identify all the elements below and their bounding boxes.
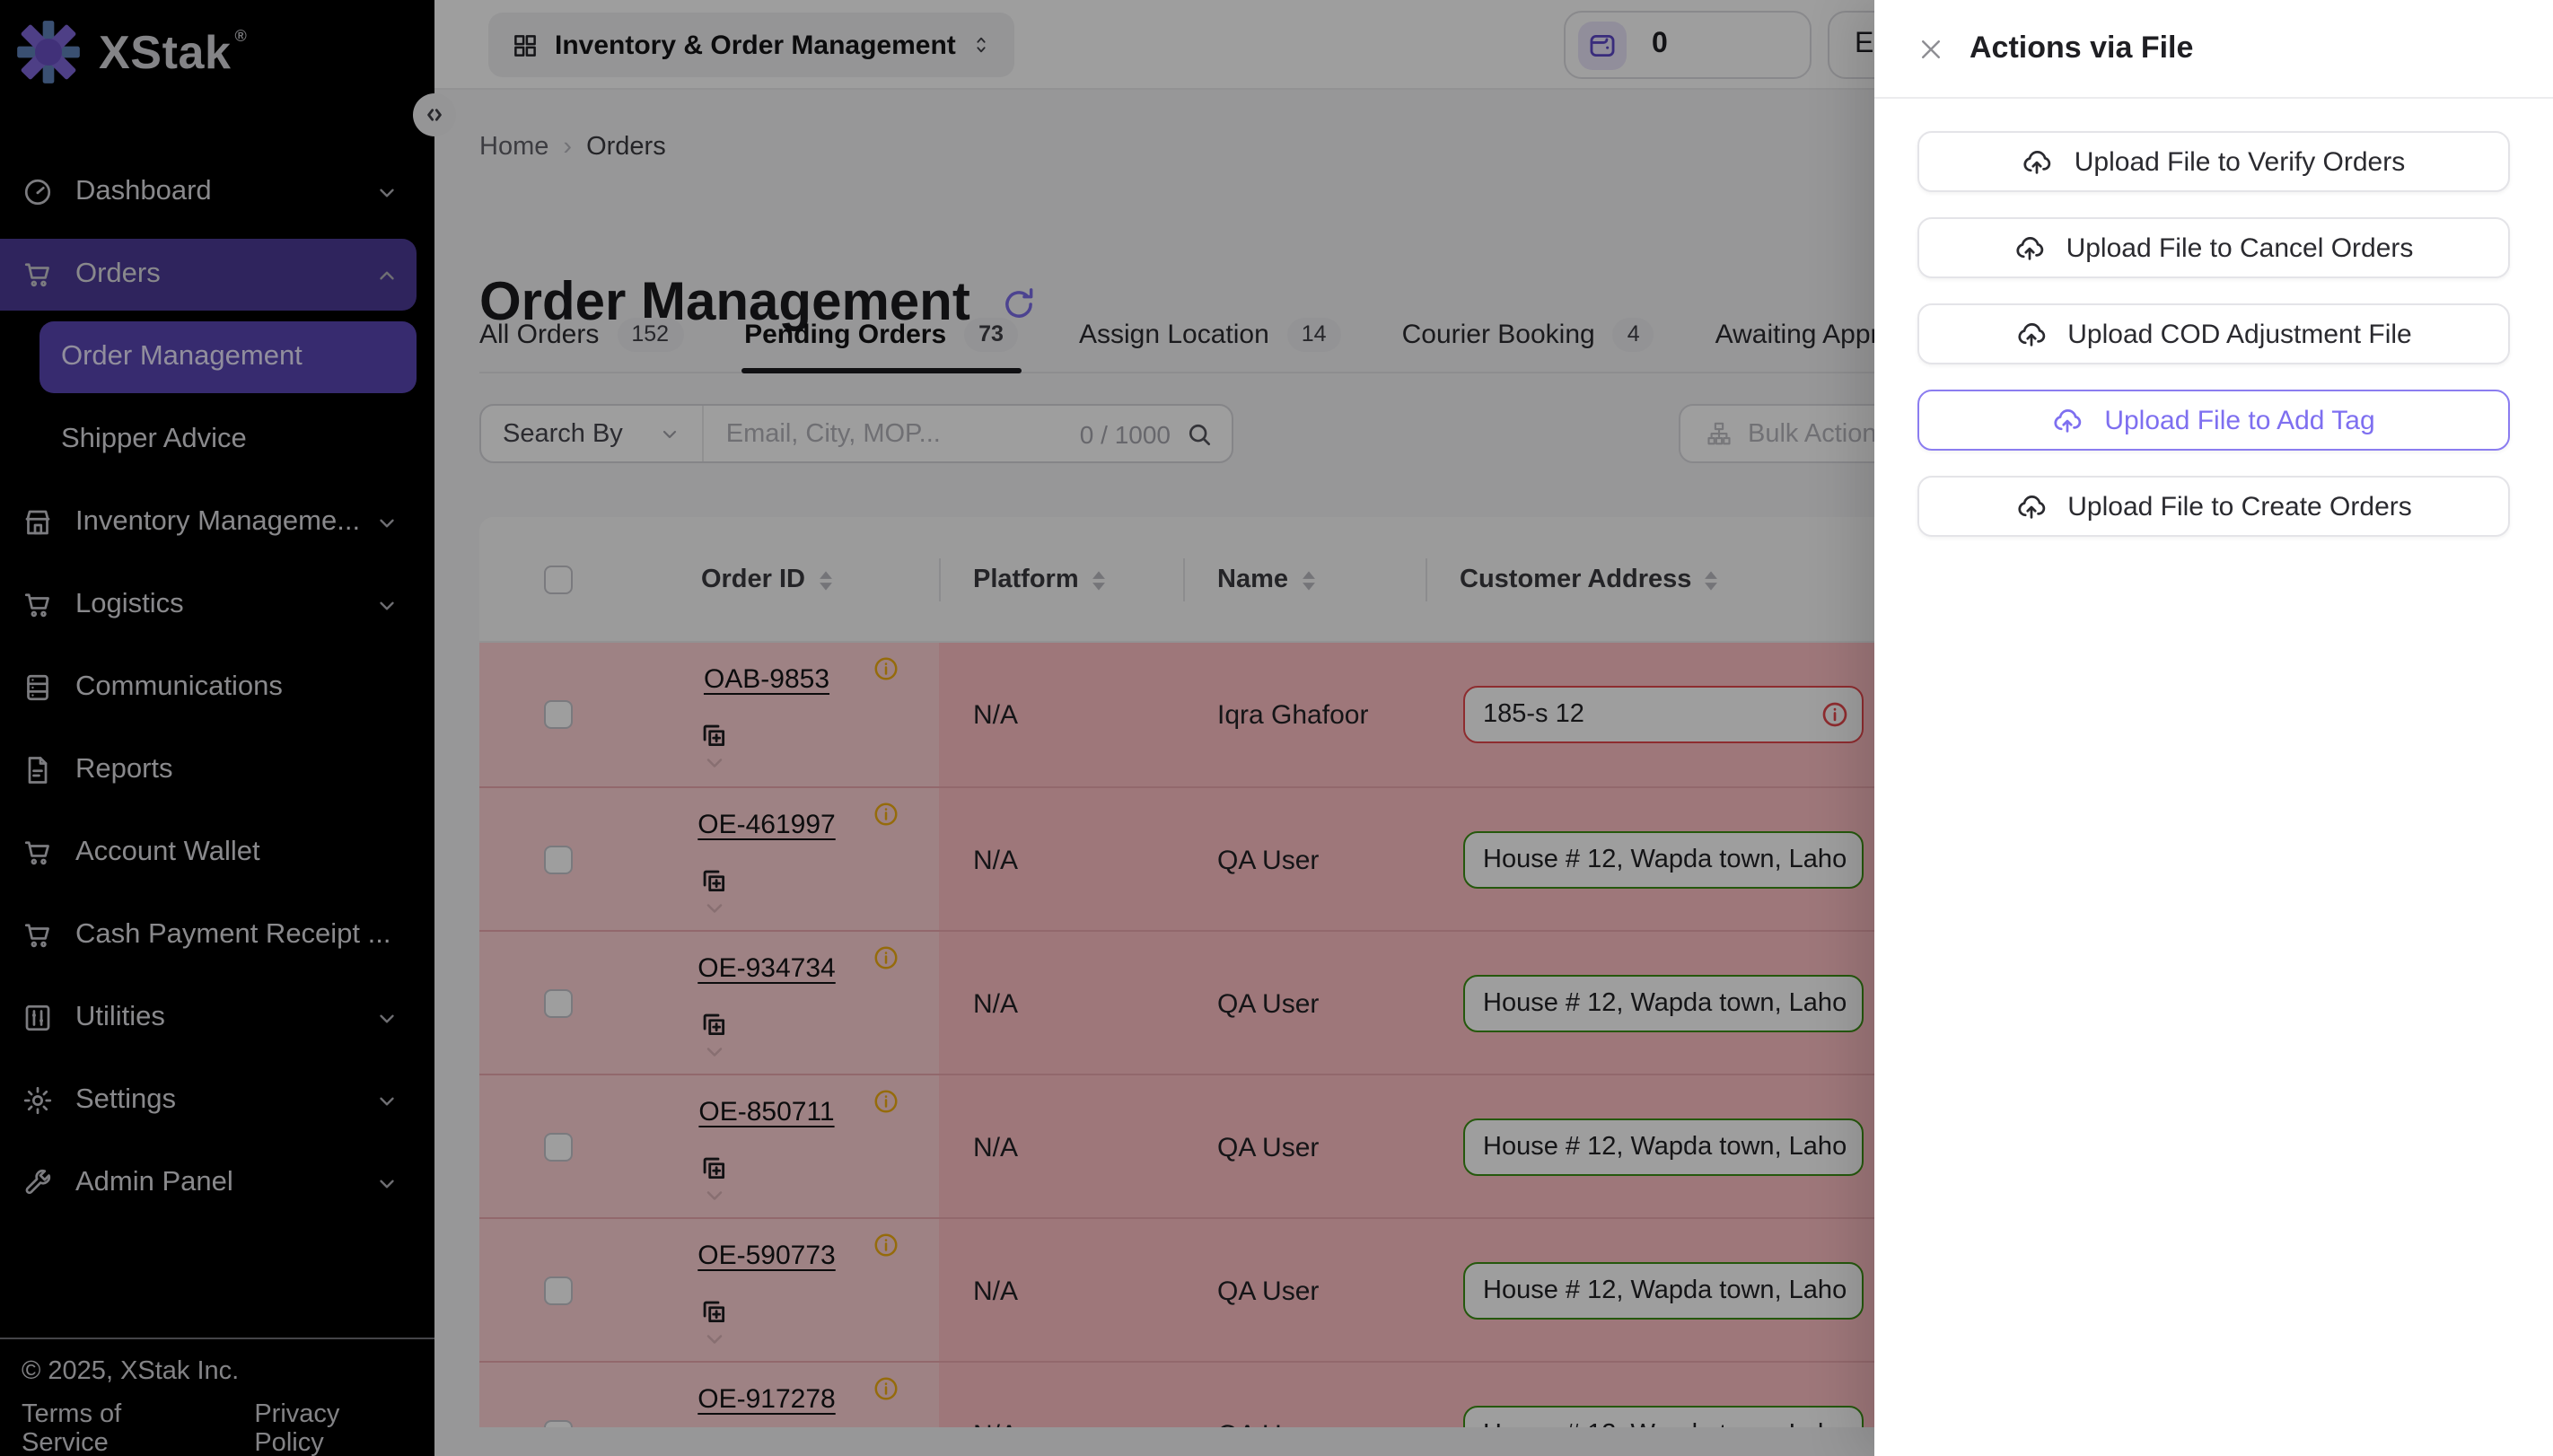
upload-button-label: Upload File to Cancel Orders xyxy=(2066,232,2414,263)
actions-via-file-drawer: Actions via File Upload File to Verify O… xyxy=(1874,0,2553,1456)
cloud-upload-icon xyxy=(2015,491,2046,522)
upload-file-to-add-tag-button[interactable]: Upload File to Add Tag xyxy=(1917,390,2510,451)
upload-button-label: Upload File to Verify Orders xyxy=(2075,146,2406,177)
cloud-upload-icon xyxy=(2022,146,2053,177)
drawer-title: Actions via File xyxy=(1970,31,2193,66)
upload-button-label: Upload File to Create Orders xyxy=(2067,491,2412,522)
upload-cod-adjustment-file-button[interactable]: Upload COD Adjustment File xyxy=(1917,303,2510,364)
close-icon[interactable] xyxy=(1917,35,1944,62)
upload-button-label: Upload COD Adjustment File xyxy=(2067,319,2412,349)
cloud-upload-icon xyxy=(2015,319,2046,349)
cloud-upload-icon xyxy=(2052,405,2083,435)
app-viewport: XStak® DashboardOrdersOrder ManagementSh… xyxy=(0,0,2553,1456)
upload-file-to-create-orders-button[interactable]: Upload File to Create Orders xyxy=(1917,476,2510,537)
upload-button-label: Upload File to Add Tag xyxy=(2104,405,2374,435)
cloud-upload-icon xyxy=(2014,232,2045,263)
drawer-body: Upload File to Verify Orders Upload File … xyxy=(1874,99,2553,569)
upload-file-to-verify-orders-button[interactable]: Upload File to Verify Orders xyxy=(1917,131,2510,192)
upload-file-to-cancel-orders-button[interactable]: Upload File to Cancel Orders xyxy=(1917,217,2510,278)
